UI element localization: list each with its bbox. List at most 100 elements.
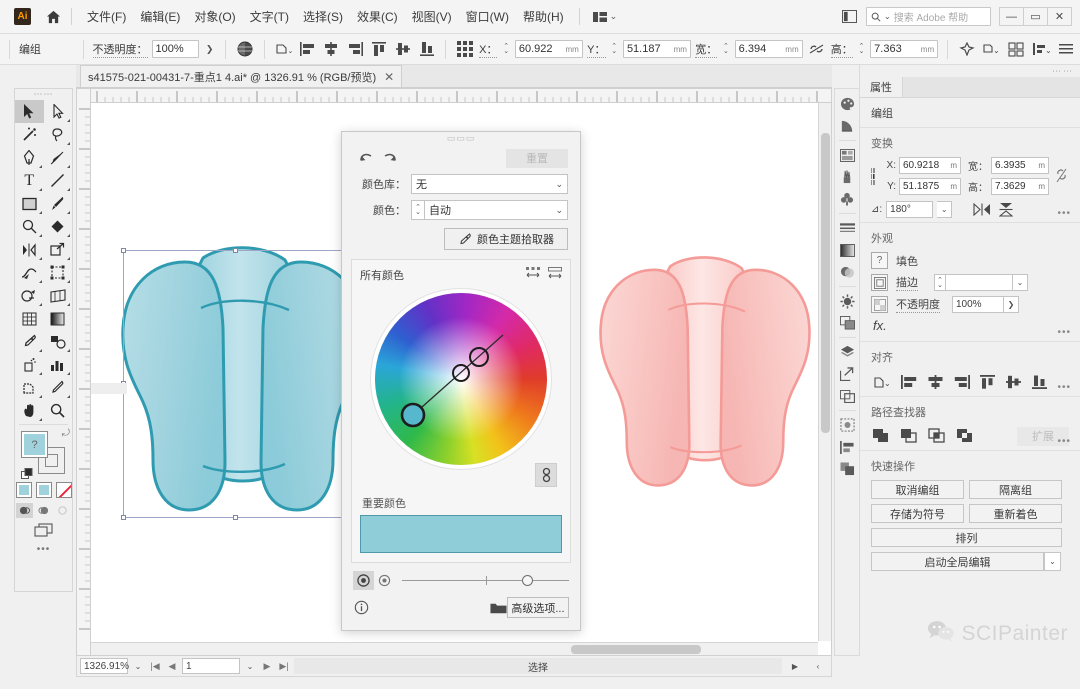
screen-mode-icon[interactable] <box>15 523 72 538</box>
page-number-input[interactable]: 1 <box>182 658 240 674</box>
align-to-selection-icon[interactable]: ⌄ <box>871 371 895 392</box>
direct-selection-tool[interactable] <box>44 100 73 123</box>
menu-view[interactable]: 视图(V) <box>405 5 459 28</box>
graphic-styles-icon[interactable] <box>836 312 859 334</box>
width-tool[interactable] <box>15 261 44 284</box>
toolbar-grip[interactable]: ⋯⋯ <box>15 89 72 100</box>
search-input[interactable]: ⌄ 搜索 Adobe 帮助 <box>866 7 991 26</box>
opacity-popup-arrow[interactable]: ❯ <box>203 40 216 58</box>
appearance-panel-icon[interactable] <box>836 290 859 312</box>
color-library-select[interactable]: 无 ⌄ <box>411 174 568 194</box>
mesh-tool[interactable] <box>15 307 44 330</box>
arrange-panel-icon[interactable]: ⌄ <box>1030 39 1051 60</box>
undo-icon[interactable] <box>354 148 378 168</box>
workspace-switcher-icon[interactable]: ⌄ <box>588 9 623 24</box>
menu-effect[interactable]: 效果(C) <box>350 5 405 28</box>
artboards-panel-icon[interactable] <box>836 385 859 407</box>
vertical-scrollbar[interactable] <box>818 103 831 641</box>
color-panel-icon[interactable] <box>836 93 859 115</box>
last-page-icon[interactable]: ▶| <box>277 661 291 672</box>
show-saturation-icon[interactable] <box>548 267 562 283</box>
significant-color-swatch[interactable] <box>360 515 562 553</box>
swap-fill-stroke-icon[interactable]: ⤾ <box>62 428 70 439</box>
isolate-group-icon[interactable]: ⌄ <box>981 39 1001 60</box>
stroke-width-input[interactable] <box>945 274 1013 291</box>
align-left-icon[interactable] <box>298 39 318 60</box>
zoom-tool[interactable] <box>44 399 73 422</box>
lock-proportions-icon[interactable] <box>807 39 827 60</box>
home-icon[interactable] <box>43 10 63 24</box>
vertical-scroll-thumb[interactable] <box>821 133 830 433</box>
align-bottom-icon-panel[interactable] <box>1027 371 1051 392</box>
recolor-artwork-dialog[interactable]: ▭▭▭ 重置 颜色库： 无 ⌄ 颜色： ⌃ ⌄ 自动 ⌄ 颜色主题拾取器 所有颜… <box>341 131 581 631</box>
transform-more-icon[interactable]: ••• <box>1057 208 1071 219</box>
stroke-panel-icon[interactable] <box>836 217 859 239</box>
intersect-icon[interactable] <box>927 426 947 446</box>
opacity-input[interactable]: 100% <box>151 40 200 58</box>
horizontal-scroll-thumb[interactable] <box>571 645 701 654</box>
prominence-slider[interactable] <box>402 571 569 590</box>
opacity-popup-prop[interactable]: ❯ <box>1004 296 1019 313</box>
line-segment-tool[interactable] <box>44 169 73 192</box>
ref-dot-bl[interactable] <box>871 179 872 185</box>
document-tab[interactable]: s41575-021-00431-7-重点1 4.ai* @ 1326.91 %… <box>80 65 403 87</box>
paintbrush-tool[interactable] <box>44 192 73 215</box>
none-swatch-icon[interactable] <box>55 482 72 498</box>
redo-icon[interactable] <box>378 148 402 168</box>
ref-dot-tl[interactable] <box>871 167 872 173</box>
status-text[interactable]: 选择 <box>294 658 782 674</box>
menu-select[interactable]: 选择(S) <box>296 5 350 28</box>
prop-angle-input[interactable]: 180° <box>886 200 934 218</box>
handle-tc[interactable] <box>232 248 238 253</box>
fill-swatch-button[interactable]: ? <box>871 252 888 269</box>
prop-h-input[interactable]: 7.3629 m <box>991 178 1049 195</box>
ungroup-button[interactable]: 取消编组 <box>871 480 964 499</box>
more-tools-icon[interactable]: ••• <box>15 544 72 555</box>
draw-inside-icon[interactable] <box>54 503 71 518</box>
prop-x-input[interactable]: 60.9218 m <box>899 157 961 174</box>
menu-type[interactable]: 文字(T) <box>243 5 296 28</box>
fill-swatch[interactable]: ? <box>21 431 48 458</box>
brushes-panel-icon[interactable] <box>836 166 859 188</box>
recolor-artwork-icon[interactable] <box>235 39 255 60</box>
hand-tool[interactable] <box>15 399 44 422</box>
panel-menu-icon[interactable] <box>1055 39 1076 60</box>
menu-object[interactable]: 对象(O) <box>187 5 242 28</box>
unite-icon[interactable] <box>871 426 891 446</box>
reference-point-widget[interactable] <box>871 167 875 185</box>
symbols-panel-icon[interactable] <box>836 188 859 210</box>
transform-icon[interactable]: ⌄ <box>274 39 294 60</box>
reset-button[interactable]: 重置 <box>506 148 568 168</box>
color-wheel-holder[interactable] <box>363 293 559 489</box>
lasso-tool[interactable] <box>44 123 73 146</box>
ref-dot-center[interactable] <box>872 173 874 179</box>
transparency-panel-icon[interactable] <box>836 261 859 283</box>
menu-file[interactable]: 文件(F) <box>80 5 133 28</box>
pink-artwork[interactable] <box>592 243 818 507</box>
stroke-width-dropdown[interactable]: ⌄ <box>1013 274 1028 291</box>
dialog-grip[interactable]: ▭▭▭ <box>342 132 580 145</box>
recolor-button[interactable]: 重新着色 <box>969 504 1062 523</box>
stroke-swatch-button[interactable] <box>871 274 888 291</box>
effects-label[interactable]: fx. <box>873 318 1069 333</box>
free-transform-tool[interactable] <box>44 261 73 284</box>
align-middle-v-icon-panel[interactable] <box>1001 371 1025 392</box>
arrange-button[interactable]: 排列 <box>871 528 1062 547</box>
gradient-swatch-icon[interactable] <box>35 482 52 498</box>
slider-knob[interactable] <box>522 575 534 586</box>
type-tool[interactable]: T <box>15 169 44 192</box>
zoom-level-input[interactable]: 1326.91% <box>80 658 129 674</box>
shaper-tool[interactable] <box>15 215 44 238</box>
global-edit-options-icon[interactable]: ⌄ <box>1044 552 1061 571</box>
draw-normal-icon[interactable] <box>16 503 33 518</box>
ref-dot-br[interactable] <box>874 179 875 185</box>
default-fill-stroke-icon[interactable] <box>21 468 33 480</box>
rectangle-tool[interactable] <box>15 192 44 215</box>
shape-builder-tool[interactable] <box>15 284 44 307</box>
advanced-options-button[interactable]: 高级选项... <box>506 597 569 618</box>
color-wheel[interactable] <box>375 293 547 465</box>
maximize-button[interactable]: ▭ <box>1023 7 1048 26</box>
align-center-h-icon[interactable] <box>321 39 341 60</box>
color-guide-icon[interactable] <box>836 115 859 137</box>
link-colors-icon[interactable] <box>535 463 557 487</box>
